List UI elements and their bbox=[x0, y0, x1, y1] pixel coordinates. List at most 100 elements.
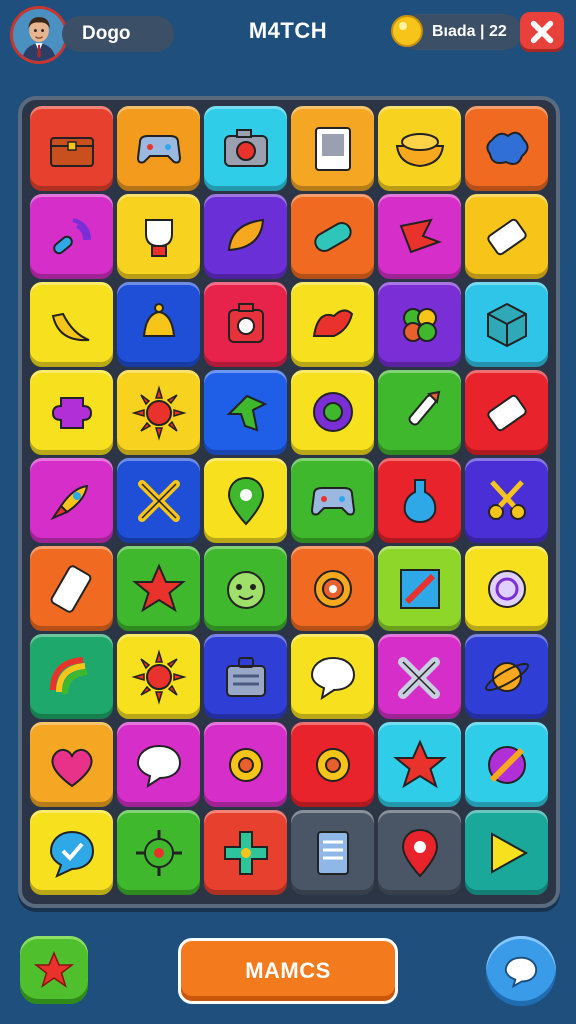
tile-r5-c3[interactable] bbox=[204, 458, 287, 543]
favorites-button[interactable] bbox=[20, 936, 88, 1004]
speech-bubble-icon bbox=[136, 744, 181, 788]
cross-tools-icon bbox=[137, 479, 180, 522]
bell-icon bbox=[142, 302, 175, 337]
tile-r2-c1[interactable] bbox=[30, 194, 113, 279]
tile-r3-c5[interactable] bbox=[378, 282, 461, 367]
tile-r1-c5[interactable] bbox=[378, 106, 461, 191]
tile-r9-c4[interactable] bbox=[291, 810, 374, 895]
tile-r7-c4[interactable] bbox=[291, 634, 374, 719]
star-icon bbox=[131, 563, 186, 612]
tile-r6-c3[interactable] bbox=[204, 546, 287, 631]
brush-icon bbox=[407, 390, 440, 426]
robot-icon bbox=[227, 302, 264, 343]
coin-icon bbox=[390, 14, 424, 48]
arrow-flag-icon bbox=[399, 218, 442, 253]
tile-r3-c1[interactable] bbox=[30, 282, 113, 367]
tile-r3-c6[interactable] bbox=[465, 282, 548, 367]
sun-icon bbox=[130, 648, 187, 705]
tile-r8-c1[interactable] bbox=[30, 722, 113, 807]
chest-icon bbox=[49, 136, 94, 167]
star-icon bbox=[34, 951, 74, 988]
tile-r1-c2[interactable] bbox=[117, 106, 200, 191]
tile-r2-c4[interactable] bbox=[291, 194, 374, 279]
tile-r6-c2[interactable] bbox=[117, 546, 200, 631]
tile-r3-c4[interactable] bbox=[291, 282, 374, 367]
tile-r9-c3[interactable] bbox=[204, 810, 287, 895]
pen-icon bbox=[487, 745, 526, 784]
tile-r1-c1[interactable] bbox=[30, 106, 113, 191]
gear-icon bbox=[228, 747, 263, 782]
tile-r7-c2[interactable] bbox=[117, 634, 200, 719]
rainbow-icon bbox=[49, 656, 87, 694]
rocket-icon bbox=[49, 484, 88, 520]
tile-r7-c5[interactable] bbox=[378, 634, 461, 719]
tile-r4-c5[interactable] bbox=[378, 370, 461, 455]
tile-r4-c1[interactable] bbox=[30, 370, 113, 455]
match-button[interactable]: MAMCS bbox=[178, 938, 398, 1004]
document-icon bbox=[316, 830, 349, 875]
tile-r7-c1[interactable] bbox=[30, 634, 113, 719]
tile-r5-c6[interactable] bbox=[465, 458, 548, 543]
tile-r3-c3[interactable] bbox=[204, 282, 287, 367]
tile-r4-c2[interactable] bbox=[117, 370, 200, 455]
tile-r2-c2[interactable] bbox=[117, 194, 200, 279]
map-pin-icon bbox=[401, 828, 438, 877]
clover-icon bbox=[402, 307, 437, 342]
battery-icon bbox=[486, 218, 527, 255]
bowl-icon bbox=[395, 132, 444, 167]
tile-r2-c3[interactable] bbox=[204, 194, 287, 279]
gamepad-icon bbox=[310, 486, 355, 515]
tile-r1-c3[interactable] bbox=[204, 106, 287, 191]
hammer-icon bbox=[397, 656, 440, 699]
tile-r6-c6[interactable] bbox=[465, 546, 548, 631]
tile-r4-c4[interactable] bbox=[291, 370, 374, 455]
wing-icon bbox=[312, 309, 353, 337]
briefcase-icon bbox=[225, 656, 266, 697]
trophy-icon bbox=[144, 218, 173, 257]
splash-icon bbox=[485, 131, 528, 165]
tile-r9-c2[interactable] bbox=[117, 810, 200, 895]
tile-r8-c2[interactable] bbox=[117, 722, 200, 807]
magnifier-icon bbox=[487, 569, 526, 608]
arrow-icon bbox=[226, 394, 267, 431]
sun-icon bbox=[130, 384, 187, 441]
tile-r7-c6[interactable] bbox=[465, 634, 548, 719]
tile-r9-c5[interactable] bbox=[378, 810, 461, 895]
tile-r2-c5[interactable] bbox=[378, 194, 461, 279]
capsule-icon bbox=[313, 221, 352, 252]
tile-r5-c4[interactable] bbox=[291, 458, 374, 543]
star-icon bbox=[392, 739, 447, 788]
tile-grid bbox=[30, 106, 548, 895]
tile-r1-c6[interactable] bbox=[465, 106, 548, 191]
tile-r1-c4[interactable] bbox=[291, 106, 374, 191]
phone-icon bbox=[50, 564, 91, 613]
battery-icon bbox=[486, 394, 527, 431]
location-pin-icon bbox=[227, 476, 264, 525]
tile-r2-c6[interactable] bbox=[465, 194, 548, 279]
tile-r5-c1[interactable] bbox=[30, 458, 113, 543]
tile-r6-c4[interactable] bbox=[291, 546, 374, 631]
tile-r8-c6[interactable] bbox=[465, 722, 548, 807]
close-button[interactable] bbox=[520, 12, 564, 52]
chat-button[interactable] bbox=[486, 936, 556, 1006]
tile-r6-c1[interactable] bbox=[30, 546, 113, 631]
photo-frame-icon bbox=[314, 126, 351, 171]
tile-r5-c2[interactable] bbox=[117, 458, 200, 543]
tile-r7-c3[interactable] bbox=[204, 634, 287, 719]
tile-r9-c1[interactable] bbox=[30, 810, 113, 895]
tile-r5-c5[interactable] bbox=[378, 458, 461, 543]
tile-r8-c3[interactable] bbox=[204, 722, 287, 807]
tile-r8-c4[interactable] bbox=[291, 722, 374, 807]
gamepad-icon bbox=[136, 134, 181, 163]
tile-r4-c6[interactable] bbox=[465, 370, 548, 455]
tile-r3-c2[interactable] bbox=[117, 282, 200, 367]
game-board bbox=[18, 96, 560, 908]
microphone-icon bbox=[52, 217, 91, 254]
tile-r4-c3[interactable] bbox=[204, 370, 287, 455]
tile-r6-c5[interactable] bbox=[378, 546, 461, 631]
pencil-icon bbox=[399, 568, 440, 609]
tile-r9-c6[interactable] bbox=[465, 810, 548, 895]
tile-r8-c5[interactable] bbox=[378, 722, 461, 807]
leaf-icon bbox=[227, 218, 264, 251]
heart-icon bbox=[50, 748, 93, 787]
